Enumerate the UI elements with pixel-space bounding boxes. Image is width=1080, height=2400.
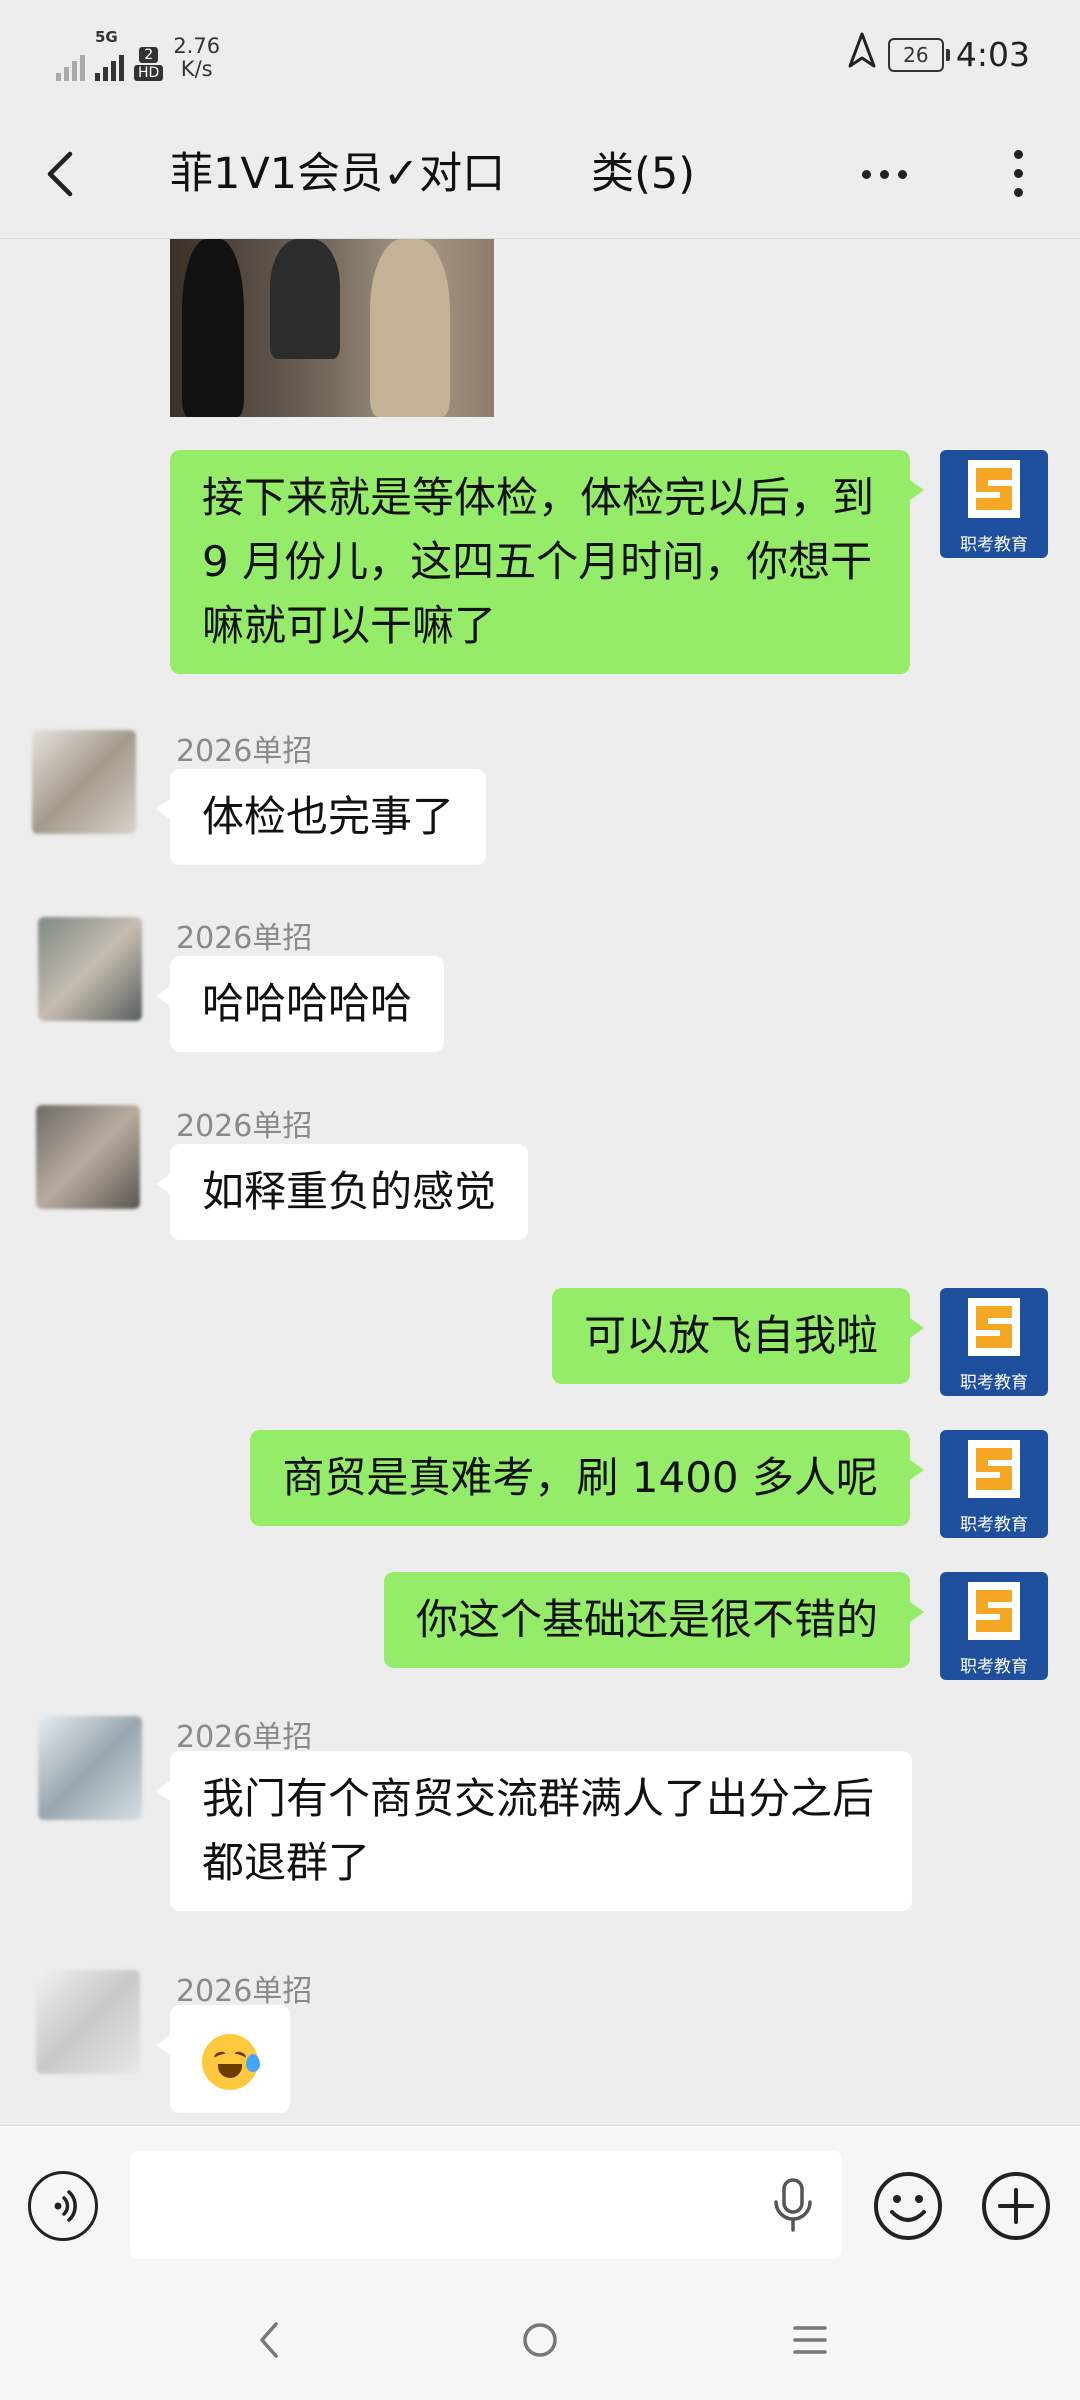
sender-name: 2026单招: [176, 1974, 313, 2009]
signal-sim2-group: 5G: [95, 30, 124, 81]
message-bubble-incoming[interactable]: 哈哈哈哈哈: [155, 956, 445, 1052]
net-speed: 2.76 K/s: [173, 35, 220, 81]
brand-logo-icon: [968, 1298, 1020, 1356]
back-arrow-icon[interactable]: [42, 148, 82, 200]
microphone-icon[interactable]: [770, 2178, 816, 2232]
add-attachment-button[interactable]: [980, 2170, 1052, 2242]
user-avatar[interactable]: [38, 917, 142, 1021]
status-bar: 5G 2 HD 2.76 K/s 26 4:03: [0, 0, 1080, 110]
brand-avatar[interactable]: 职考教育: [940, 1430, 1048, 1538]
brand-logo-icon: [968, 460, 1020, 518]
sender-name: 2026单招: [176, 1109, 313, 1144]
brand-avatar-label: 职考教育: [960, 1373, 1028, 1393]
shared-photo[interactable]: [170, 239, 494, 417]
user-avatar[interactable]: [32, 730, 136, 834]
hd-badge: 2 HD: [134, 47, 164, 81]
brand-logo-icon: [968, 1582, 1020, 1640]
message-bubble-outgoing[interactable]: 接下来就是等体检，体检完以后，到 9 月份儿，这四五个月时间，你想干嘛就可以干嘛…: [170, 450, 924, 674]
status-time: 4:03: [955, 35, 1030, 74]
brand-avatar-label: 职考教育: [960, 1657, 1028, 1677]
navigation-arrow-icon: [848, 32, 876, 77]
brand-avatar[interactable]: 职考教育: [940, 1572, 1048, 1680]
net-speed-unit: K/s: [180, 57, 213, 81]
system-home-icon[interactable]: [522, 2318, 558, 2362]
message-bubble-incoming[interactable]: [156, 2005, 290, 2113]
sender-name: 2026单招: [176, 734, 313, 769]
chat-header: 菲1V1会员✓对口 类(5): [0, 110, 1080, 239]
input-bar: [0, 2125, 1080, 2286]
message-bubble-incoming[interactable]: 如释重负的感觉: [155, 1144, 529, 1240]
signal-sim2-icon: [95, 45, 124, 81]
brand-avatar-label: 职考教育: [960, 1515, 1028, 1535]
message-list[interactable]: 接下来就是等体检，体检完以后，到 9 月份儿，这四五个月时间，你想干嘛就可以干嘛…: [0, 239, 1080, 2124]
network-type-label: 5G: [95, 28, 118, 46]
hd-label: HD: [134, 65, 164, 81]
brand-avatar-label: 职考教育: [960, 535, 1028, 555]
message-input[interactable]: [130, 2151, 842, 2259]
voice-toggle-button[interactable]: [28, 2171, 98, 2241]
system-recents-icon[interactable]: [792, 2318, 828, 2362]
message-bubble-incoming[interactable]: 我门有个商贸交流群满人了出分之后都退群了: [156, 1751, 912, 1911]
menu-icon[interactable]: [1014, 150, 1023, 197]
status-right: 26 4:03: [848, 32, 1030, 77]
message-bubble-outgoing[interactable]: 可以放飞自我啦: [551, 1288, 925, 1384]
message-bubble-outgoing[interactable]: 商贸是真难考，刷 1400 多人呢: [250, 1430, 924, 1526]
status-left: 5G 2 HD 2.76 K/s: [56, 30, 220, 81]
brand-logo-icon: [968, 1440, 1020, 1498]
laughing-with-tears-emoji-icon: [202, 2033, 260, 2090]
user-avatar[interactable]: [38, 1716, 142, 1820]
message-bubble-incoming[interactable]: 体检也完事了: [155, 769, 487, 865]
system-back-icon[interactable]: [256, 2318, 282, 2362]
chat-title: 菲1V1会员✓对口 类(5): [170, 149, 696, 199]
message-bubble-outgoing[interactable]: 你这个基础还是很不错的: [383, 1572, 925, 1668]
brand-avatar[interactable]: 职考教育: [940, 450, 1048, 558]
system-navigation-bar: [0, 2286, 1080, 2400]
voice-wave-icon: [54, 2190, 77, 2222]
sender-name: 2026单招: [176, 1720, 313, 1755]
sim-badge: 2: [139, 47, 159, 63]
user-avatar[interactable]: [36, 1105, 140, 1209]
more-options-icon[interactable]: [862, 170, 907, 179]
brand-avatar[interactable]: 职考教育: [940, 1288, 1048, 1396]
signal-sim1-icon: [56, 45, 85, 81]
battery-icon: 26: [887, 37, 950, 72]
user-avatar[interactable]: [36, 1970, 140, 2074]
sender-name: 2026单招: [176, 921, 313, 956]
emoji-button[interactable]: [872, 2170, 944, 2242]
net-speed-value: 2.76: [173, 34, 221, 58]
